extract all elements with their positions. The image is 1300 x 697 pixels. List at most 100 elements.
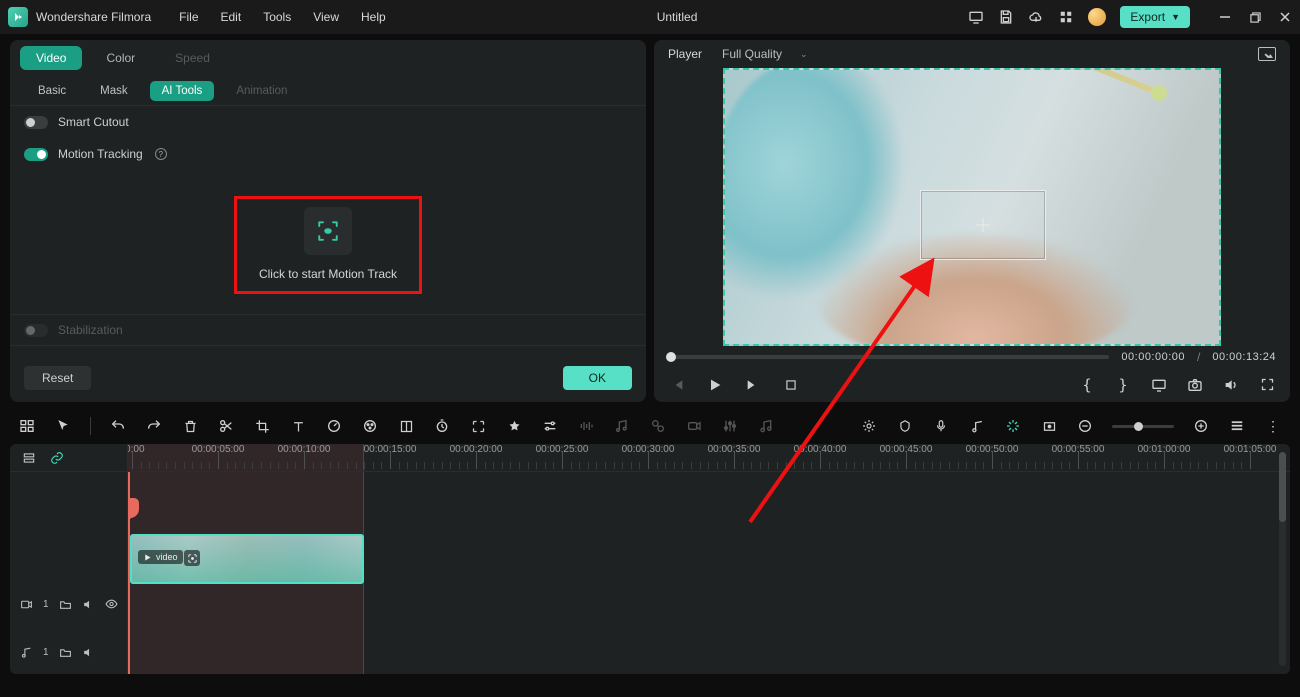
audio-stretch-icon [577,417,595,435]
minimize-button[interactable] [1218,10,1232,24]
link-icon[interactable] [50,451,64,465]
timeline-scrollbar[interactable] [1279,452,1286,666]
scrubber-track[interactable] [668,355,1109,359]
cursor-icon[interactable] [54,417,72,435]
snapshot-button[interactable] [1258,47,1276,61]
frame-icon[interactable] [1040,417,1058,435]
ruler-label: 00:00 [128,444,145,455]
keyframe-icon[interactable] [397,417,415,435]
ruler-label: 00:00:25:00 [536,444,589,455]
music-icon[interactable] [968,417,986,435]
mic-icon[interactable] [932,417,950,435]
smart-cutout-row: Smart Cutout [10,106,646,138]
tab-speed: Speed [159,46,226,70]
timeline-clip-area[interactable]: video [128,472,1290,674]
apps-icon[interactable] [1058,9,1074,25]
track-visibility-icon[interactable] [105,598,118,611]
zoom-slider[interactable] [1112,425,1174,428]
audio-detach-icon [613,417,631,435]
mark-out-button[interactable]: } [1114,376,1132,394]
close-button[interactable] [1278,10,1292,24]
divider [90,417,91,435]
ruler-label: 00:00:15:00 [364,444,417,455]
menu-edit[interactable]: Edit [221,10,242,24]
split-icon[interactable] [217,417,235,435]
motion-tracking-label: Motion Tracking [58,147,143,161]
auto-icon[interactable] [1004,417,1022,435]
play-button[interactable] [706,376,724,394]
text-icon[interactable] [289,417,307,435]
track-mute-icon[interactable] [82,598,95,611]
more-icon[interactable]: ⋮ [1264,417,1282,435]
ok-button[interactable]: OK [563,366,632,390]
zoom-slider-handle[interactable] [1134,422,1143,431]
info-icon[interactable]: ? [155,148,167,160]
motion-tracking-toggle[interactable] [24,148,48,161]
timeline-ruler[interactable]: 00:0000:00:05:0000:00:10:0000:00:15:0000… [128,444,1290,472]
track-folder-icon[interactable] [59,646,72,659]
video-preview[interactable] [723,68,1221,346]
timeline-tracks[interactable]: 00:0000:00:05:0000:00:10:0000:00:15:0000… [128,444,1290,674]
ruler-label: 00:01:05:00 [1224,444,1277,455]
list-view-icon[interactable] [1228,417,1246,435]
menu-tools[interactable]: Tools [263,10,291,24]
app-name: Wondershare Filmora [36,10,151,24]
delete-icon[interactable] [181,417,199,435]
maximize-button[interactable] [1248,10,1262,24]
zoom-in-button[interactable] [1192,417,1210,435]
tab-basic[interactable]: Basic [26,81,78,101]
tab-color[interactable]: Color [90,46,151,70]
reset-button[interactable]: Reset [24,366,91,390]
cloud-icon[interactable] [1028,9,1044,25]
color-icon[interactable] [361,417,379,435]
smart-cutout-toggle[interactable] [24,116,48,129]
tab-ai-tools[interactable]: AI Tools [150,81,215,101]
mark-in-button[interactable]: { [1078,376,1096,394]
user-avatar[interactable] [1088,8,1106,26]
undo-icon[interactable] [109,417,127,435]
menu-help[interactable]: Help [361,10,386,24]
voice-icon [649,417,667,435]
current-time: 00:00:00:00 [1121,351,1185,363]
volume-button[interactable] [1222,376,1240,394]
export-button[interactable]: Export ▼ [1120,6,1190,28]
device-icon[interactable] [968,9,984,25]
motion-track-target[interactable] [920,190,1046,260]
tab-mask[interactable]: Mask [88,81,139,101]
annotation-highlight: Click to start Motion Track [234,196,422,294]
green-screen-icon[interactable] [505,417,523,435]
adjustment-icon[interactable] [541,417,559,435]
tab-video[interactable]: Video [20,46,82,70]
zoom-out-button[interactable] [1076,417,1094,435]
play-icon [143,553,152,562]
tracks-icon[interactable] [18,417,36,435]
menu-view[interactable]: View [313,10,339,24]
track-folder-icon[interactable] [59,598,72,611]
duration-icon[interactable] [433,417,451,435]
stop-button[interactable] [782,376,800,394]
collapse-tracks-icon[interactable] [22,451,36,465]
render-icon[interactable] [860,417,878,435]
camera-button[interactable] [1186,376,1204,394]
save-icon[interactable] [998,9,1014,25]
quality-dropdown[interactable]: Full Quality ⌄ [722,47,808,61]
scrubber-handle[interactable] [666,352,676,362]
ruler-label: 00:00:05:00 [192,444,245,455]
redo-icon[interactable] [145,417,163,435]
ruler-label: 00:00:20:00 [450,444,503,455]
fullscreen-button[interactable] [1258,376,1276,394]
start-motion-track-button[interactable] [304,207,352,255]
player-controls: { } [654,367,1290,402]
detect-icon[interactable] [469,417,487,435]
video-clip[interactable]: video [130,534,364,584]
speed-icon[interactable] [325,417,343,435]
marker-icon[interactable] [896,417,914,435]
playhead-handle[interactable] [128,498,139,518]
menu-file[interactable]: File [179,10,198,24]
scrollbar-thumb[interactable] [1279,452,1286,522]
track-mute-icon[interactable] [82,646,95,659]
crop-icon[interactable] [253,417,271,435]
next-frame-button[interactable] [744,376,762,394]
display-button[interactable] [1150,376,1168,394]
ruler-label: 00:00:30:00 [622,444,675,455]
